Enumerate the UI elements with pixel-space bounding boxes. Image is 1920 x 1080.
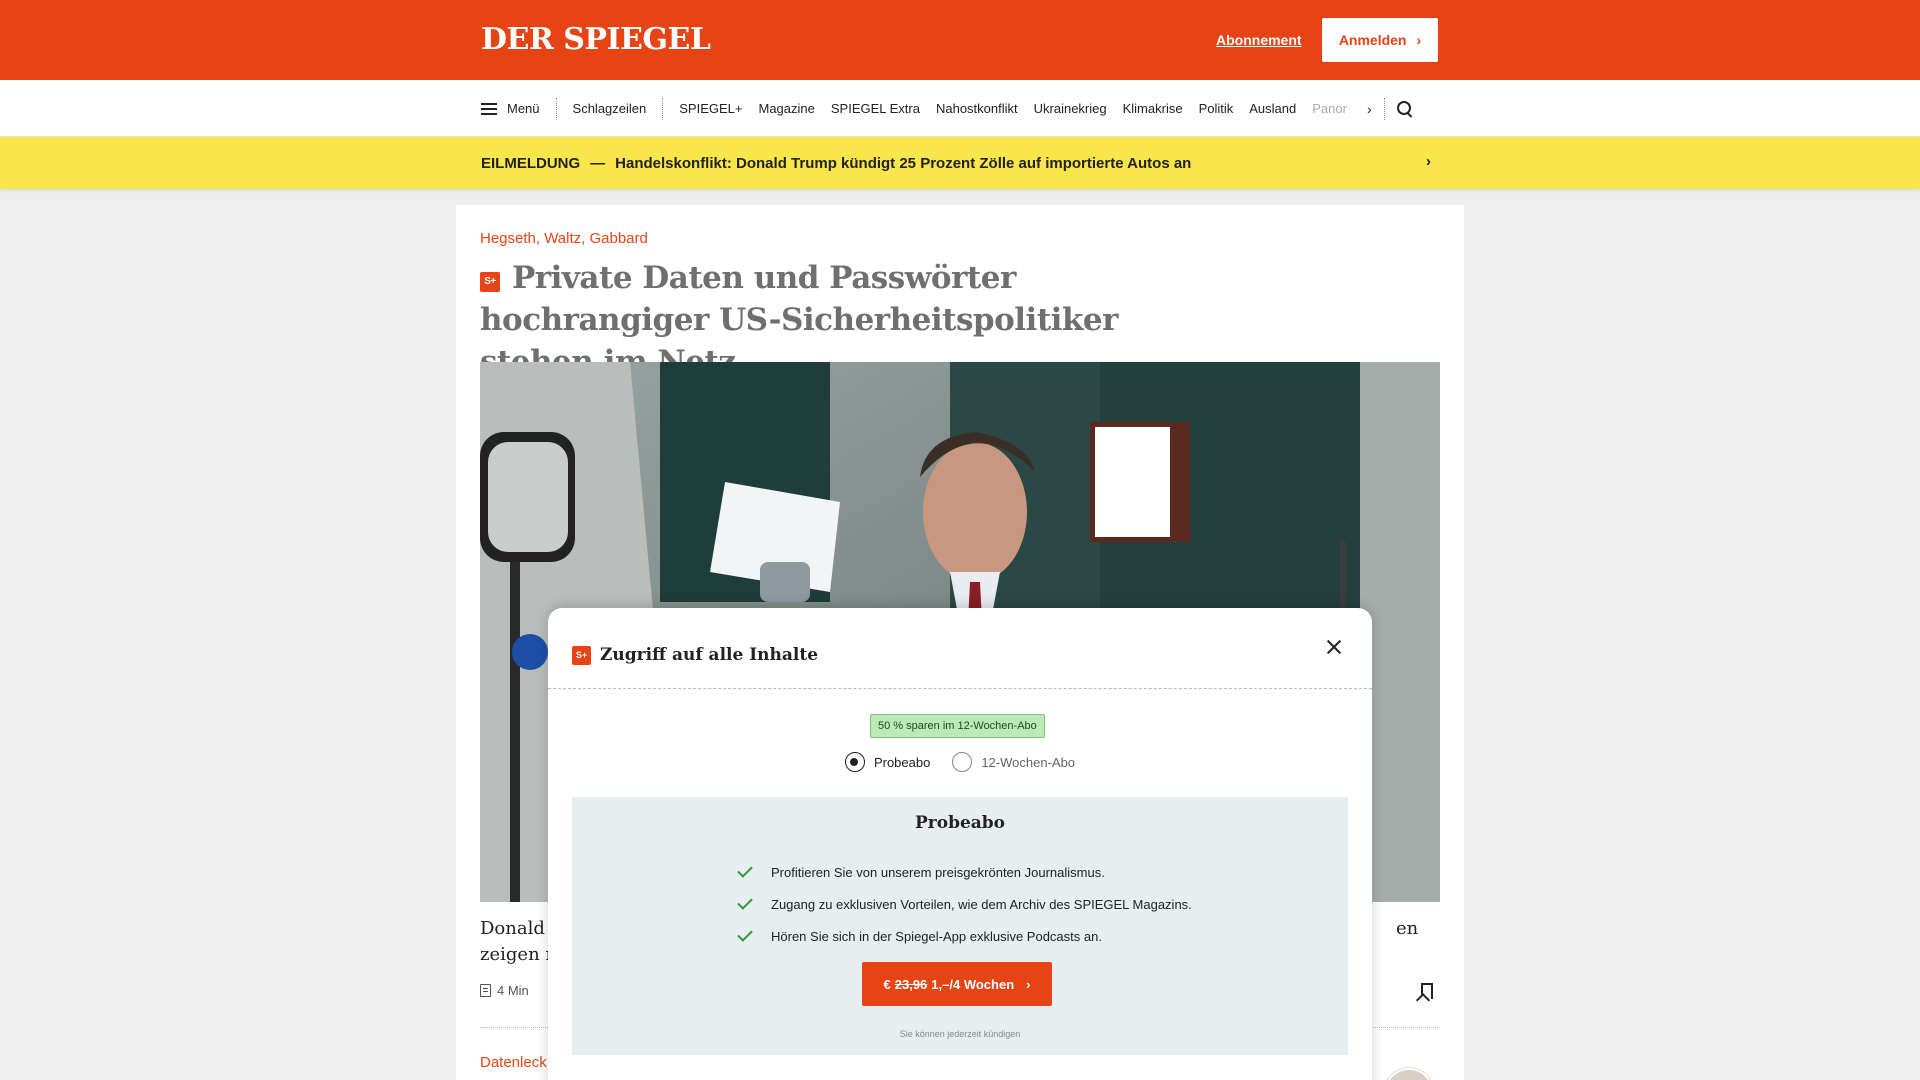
login-button-label: Anmelden xyxy=(1338,32,1407,48)
checkmark-icon xyxy=(737,862,753,878)
nav-item-ausland[interactable]: Ausland xyxy=(1241,101,1304,116)
offer-title: Probeabo xyxy=(914,813,1006,833)
spiegel-plus-icon: S+ xyxy=(572,645,591,665)
nav-scroll-right-icon[interactable]: › xyxy=(1355,101,1384,117)
feature-list: Profitieren Sie von unserem preisgekrönt… xyxy=(737,856,1192,952)
plan-selector: Probeabo 12-Wochen-Abo xyxy=(548,752,1372,772)
breaking-news-tag: EILMELDUNG xyxy=(481,154,581,172)
plan-option-label: Probeabo xyxy=(873,754,931,770)
plan-option-probeabo[interactable]: Probeabo xyxy=(844,752,931,772)
breaking-news-banner[interactable]: EILMELDUNG — Handelskonflikt: Donald Tru… xyxy=(0,137,1920,189)
feature-item: Hören Sie sich in der Spiegel-App exklus… xyxy=(737,920,1192,952)
nav-divider xyxy=(1383,97,1385,120)
modal-title-text: Zugriff auf alle Inhalte xyxy=(600,645,819,665)
plan-option-label: 12-Wochen-Abo xyxy=(981,754,1076,770)
breaking-news-text: Handelskonflikt: Donald Trump kündigt 25… xyxy=(615,154,1192,172)
spiegel-plus-icon: S+ xyxy=(480,272,500,292)
modal-title: S+ Zugriff auf alle Inhalte xyxy=(572,645,818,665)
chevron-right-icon: › xyxy=(1426,153,1431,170)
nav-item-spiegel-extra[interactable]: SPIEGEL Extra xyxy=(823,101,928,116)
abonnement-link[interactable]: Abonnement xyxy=(1216,31,1302,49)
search-icon[interactable] xyxy=(1396,100,1413,117)
feature-text: Profitieren Sie von unserem preisgekrönt… xyxy=(771,864,1105,880)
hamburger-icon xyxy=(481,102,497,115)
nav-item-ukrainekrieg[interactable]: Ukrainekrieg xyxy=(1026,101,1115,116)
subscription-modal: S+ Zugriff auf alle Inhalte 50 % sparen … xyxy=(548,608,1372,1080)
nav-item-panorama[interactable]: Panor xyxy=(1304,101,1355,116)
menu-label: Menü xyxy=(507,101,540,116)
feature-item: Zugang zu exklusiven Vorteilen, wie dem … xyxy=(737,888,1192,920)
subscribe-button[interactable]: € 23,96 1,–/4 Wochen › xyxy=(862,962,1052,1006)
nav-item-magazine[interactable]: Magazine xyxy=(750,101,822,116)
spiegel-logo[interactable]: DER SPIEGEL xyxy=(481,22,711,58)
nav-item-schlagzeilen[interactable]: Schlagzeilen xyxy=(557,101,663,116)
modal-divider xyxy=(548,688,1372,689)
read-time: 4 Min xyxy=(480,983,529,998)
main-navigation: Menü Schlagzeilen SPIEGEL+ Magazine SPIE… xyxy=(0,80,1920,137)
read-time-label: 4 Min xyxy=(497,983,529,998)
site-header: DER SPIEGEL Abonnement Anmelden › xyxy=(0,0,1920,80)
radio-unselected-icon[interactable] xyxy=(952,752,973,772)
teaser-line-1: Donald T xyxy=(480,918,550,939)
feature-item: Profitieren Sie von unserem preisgekrönt… xyxy=(737,856,1192,888)
teaser-line-2: zeigen nu xyxy=(480,944,550,965)
cta-old-price: 23,96 xyxy=(894,976,928,992)
nav-item-spiegel-plus[interactable]: SPIEGEL+ xyxy=(663,101,750,116)
cta-new-price: 1,–/4 Wochen xyxy=(931,976,1015,992)
cta-currency: € xyxy=(883,976,891,992)
checkmark-icon xyxy=(737,894,753,910)
bookmark-icon[interactable] xyxy=(1421,983,1433,999)
menu-button[interactable]: Menü xyxy=(481,101,556,116)
nav-item-nahostkonflikt[interactable]: Nahostkonflikt xyxy=(928,101,1026,116)
nav-item-politik[interactable]: Politik xyxy=(1191,101,1242,116)
breaking-news-dash: — xyxy=(590,154,606,172)
login-button[interactable]: Anmelden › xyxy=(1322,18,1438,62)
chevron-right-icon: › xyxy=(1026,976,1031,992)
radio-selected-icon[interactable] xyxy=(844,752,865,772)
feature-text: Hören Sie sich in der Spiegel-App exklus… xyxy=(771,928,1102,944)
next-article-kicker[interactable]: Datenleck xyxy=(480,1054,547,1071)
chevron-right-icon: › xyxy=(1416,32,1422,48)
document-icon xyxy=(480,984,491,997)
close-icon[interactable] xyxy=(1324,637,1344,657)
feature-text: Zugang zu exklusiven Vorteilen, wie dem … xyxy=(771,896,1192,912)
article-kicker[interactable]: Hegseth, Waltz, Gabbard xyxy=(480,230,648,247)
plan-option-12-wochen[interactable]: 12-Wochen-Abo xyxy=(952,752,1075,772)
cancel-note: Sie können jederzeit kündigen xyxy=(899,1029,1021,1039)
nav-item-klimakrise[interactable]: Klimakrise xyxy=(1115,101,1191,116)
author-avatar xyxy=(1384,1068,1434,1080)
offer-panel: Probeabo Profitieren Sie von unserem pre… xyxy=(572,797,1348,1055)
checkmark-icon xyxy=(737,926,753,942)
savings-badge: 50 % sparen im 12-Wochen-Abo xyxy=(870,714,1045,738)
teaser-line-1-end: en xyxy=(1396,918,1419,939)
